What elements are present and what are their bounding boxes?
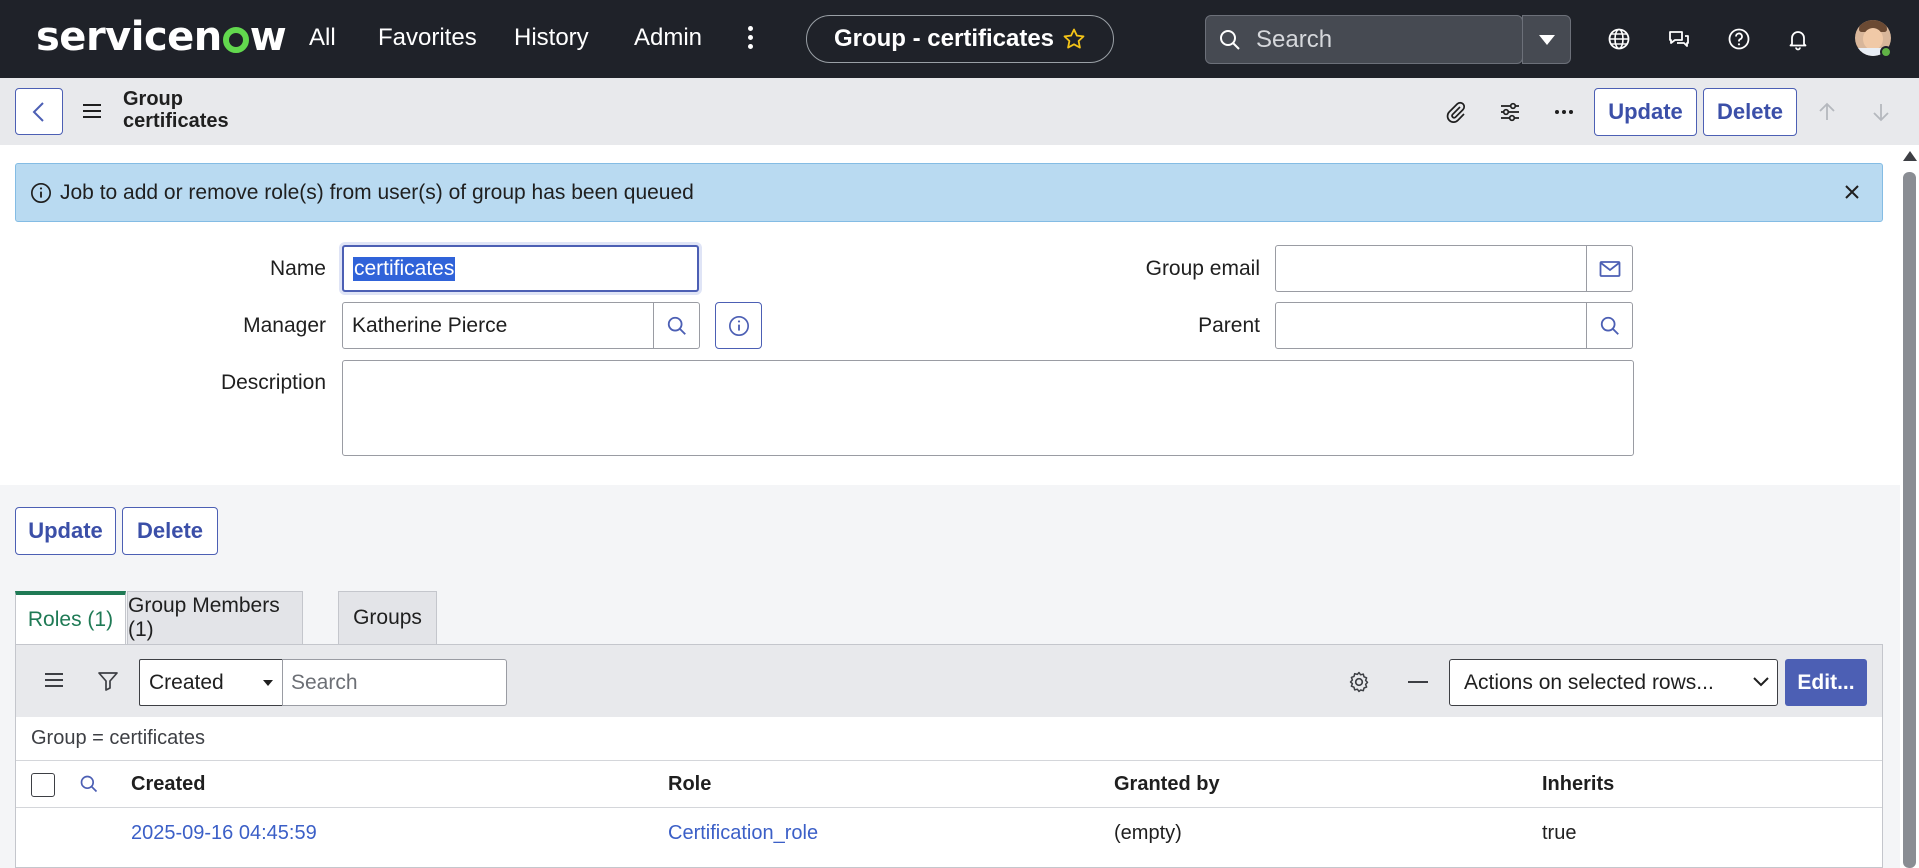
roles-related-list: Created Search Actions on selected rows.… [15, 644, 1883, 868]
column-header-created[interactable]: Created [131, 773, 205, 796]
caret-down-icon [263, 680, 273, 686]
next-record-arrow-icon[interactable] [1869, 100, 1893, 124]
list-breadcrumb[interactable]: Group = certificates [31, 727, 205, 750]
notifications-bell-icon[interactable] [1786, 27, 1810, 51]
star-icon[interactable] [1062, 27, 1086, 51]
group-email-label: Group email [1145, 257, 1260, 280]
gear-icon[interactable] [1347, 670, 1371, 694]
filter-icon[interactable] [97, 670, 119, 692]
list-toolbar: Created Search Actions on selected rows.… [16, 645, 1882, 717]
form-title-table: Group [123, 88, 183, 110]
back-button[interactable] [15, 88, 63, 135]
edit-button[interactable]: Edit... [1785, 659, 1867, 706]
name-field[interactable]: certificates [342, 245, 699, 292]
list-search-input[interactable]: Search [282, 659, 507, 706]
column-search-icon[interactable] [79, 774, 99, 794]
header-update-button[interactable]: Update [1594, 88, 1697, 136]
close-icon[interactable] [1844, 184, 1860, 200]
cell-granted-by: (empty) [1114, 822, 1182, 844]
search-icon [667, 316, 686, 335]
caret-down-icon [1538, 34, 1555, 45]
form-title-record: certificates [123, 110, 229, 132]
manager-lookup-button[interactable] [653, 302, 700, 349]
page-scrollbar-thumb[interactable] [1903, 172, 1916, 868]
manager-field[interactable]: Katherine Pierce [342, 302, 655, 349]
manager-value: Katherine Pierce [352, 313, 508, 337]
scroll-up-arrow-icon[interactable] [1903, 151, 1917, 161]
globe-icon[interactable] [1607, 27, 1631, 51]
tab-groups[interactable]: Groups [338, 591, 437, 644]
description-textarea[interactable] [342, 360, 1634, 456]
info-icon [728, 315, 749, 336]
chevron-down-icon [1753, 677, 1769, 687]
personalize-form-icon[interactable] [1498, 100, 1522, 124]
list-header-row: Created Role Granted by Inherits [16, 760, 1882, 808]
context-title: Group - certificates [833, 25, 1055, 52]
presence-status-icon [1880, 46, 1892, 58]
bottom-delete-button[interactable]: Delete [122, 507, 218, 555]
form-context-menu-icon[interactable] [83, 104, 101, 122]
chevron-left-icon [32, 101, 44, 122]
paperclip-icon[interactable] [1444, 100, 1468, 124]
column-header-inherits[interactable]: Inherits [1542, 773, 1614, 796]
nav-admin[interactable]: Admin [634, 24, 702, 52]
chat-icon[interactable] [1667, 27, 1691, 51]
more-options-icon[interactable] [1552, 100, 1576, 124]
select-all-checkbox[interactable] [31, 773, 55, 797]
list-search-placeholder: Search [291, 670, 358, 694]
tab-roles[interactable]: Roles (1) [15, 591, 126, 644]
search-field-value: Created [149, 670, 224, 694]
column-header-granted-by[interactable]: Granted by [1114, 773, 1220, 796]
name-label: Name [269, 257, 326, 280]
description-label: Description [220, 371, 326, 394]
collapse-list-icon[interactable] [1407, 680, 1429, 684]
previous-record-arrow-icon[interactable] [1815, 100, 1839, 124]
cell-created-link[interactable]: 2025-09-16 04:45:59 [131, 822, 317, 845]
servicenow-logo[interactable]: servicen w [36, 14, 287, 60]
form-header: Group certificates Update Delete [0, 78, 1919, 145]
manager-label: Manager [243, 314, 326, 337]
parent-label: Parent [1198, 314, 1260, 337]
header-delete-button[interactable]: Delete [1703, 88, 1797, 136]
context-title-pill[interactable]: Group - certificates [806, 15, 1114, 63]
column-header-role[interactable]: Role [668, 773, 711, 796]
alert-message: Job to add or remove role(s) from user(s… [60, 180, 694, 204]
tab-group-members[interactable]: Group Members (1) [127, 591, 303, 644]
global-search-input[interactable]: Search [1205, 15, 1523, 64]
bottom-update-button[interactable]: Update [15, 507, 116, 555]
parent-field[interactable] [1275, 302, 1588, 349]
send-email-button[interactable] [1586, 245, 1633, 292]
more-menu-icon[interactable] [744, 26, 756, 54]
nav-all[interactable]: All [309, 24, 336, 52]
search-icon [1600, 316, 1619, 335]
nav-history[interactable]: History [514, 24, 589, 52]
actions-on-selected-rows-select[interactable]: Actions on selected rows... [1449, 659, 1778, 706]
search-scope-dropdown[interactable] [1522, 15, 1571, 64]
list-menu-icon[interactable] [44, 672, 64, 688]
nav-favorites[interactable]: Favorites [378, 24, 477, 52]
cell-role-link[interactable]: Certification_role [668, 822, 818, 845]
cell-inherits: true [1542, 822, 1577, 844]
help-icon[interactable] [1727, 27, 1751, 51]
group-email-field[interactable] [1275, 245, 1588, 292]
search-field-dropdown[interactable]: Created [139, 659, 284, 706]
name-value: certificates [353, 256, 456, 281]
envelope-icon [1599, 260, 1620, 277]
info-icon [31, 182, 51, 203]
form-title: Group certificates [123, 88, 229, 132]
parent-lookup-button[interactable] [1586, 302, 1633, 349]
top-navigation: servicen w All Favorites History Admin Gr… [0, 0, 1919, 78]
manager-preview-button[interactable] [715, 302, 762, 349]
search-icon [1220, 29, 1240, 50]
info-alert-banner: Job to add or remove role(s) from user(s… [15, 163, 1883, 222]
form-body: Job to add or remove role(s) from user(s… [0, 145, 1900, 485]
actions-select-value: Actions on selected rows... [1464, 670, 1714, 694]
search-placeholder: Search [1256, 25, 1333, 53]
